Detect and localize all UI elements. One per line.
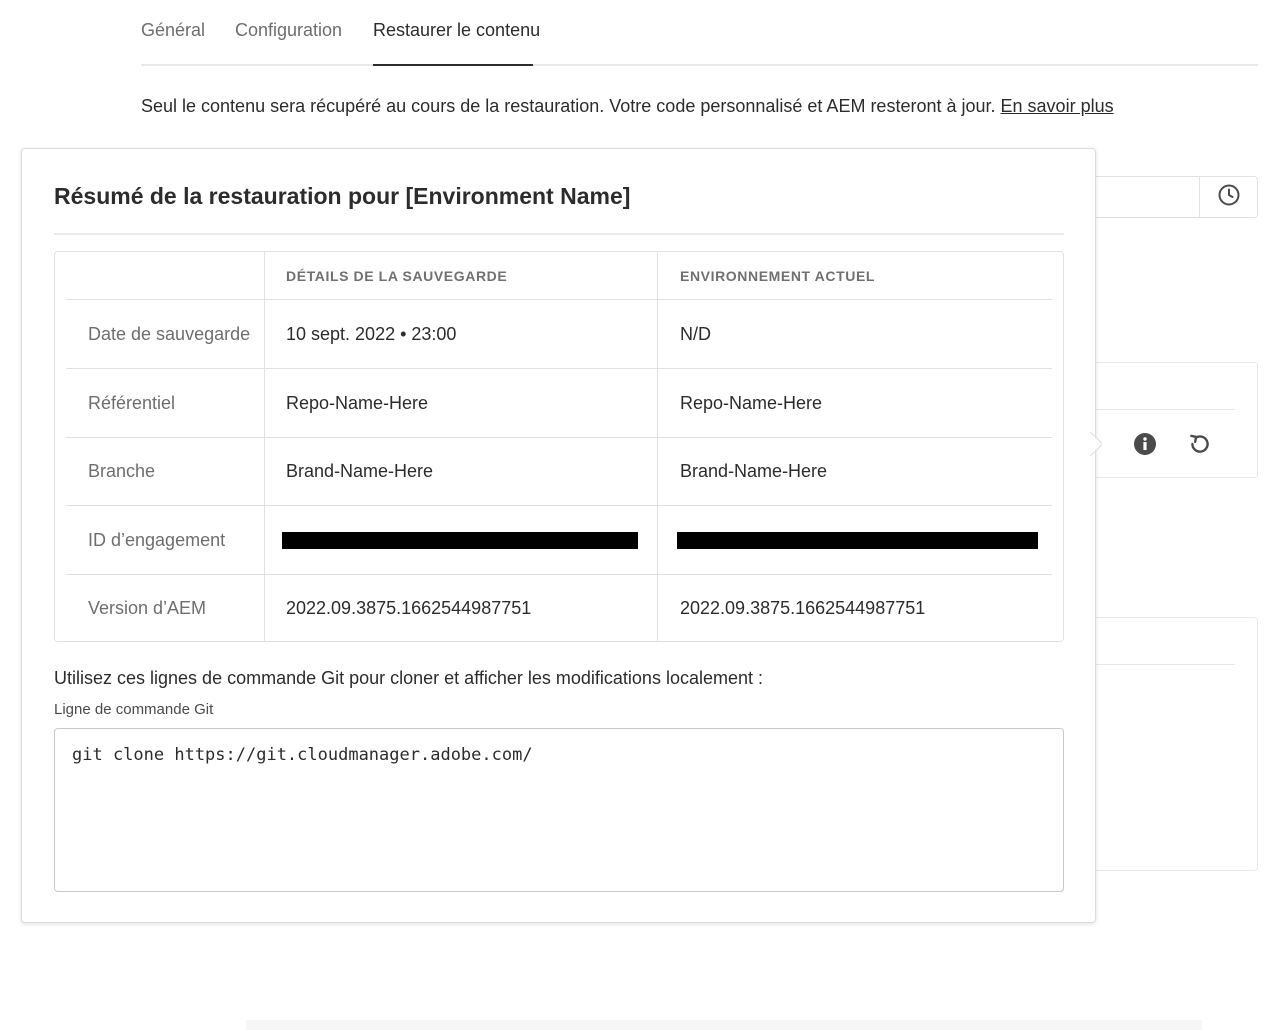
git-command-label: Ligne de commande Git xyxy=(54,701,214,718)
row-label: Branche xyxy=(88,460,156,481)
backup-row-actions xyxy=(1133,431,1213,462)
restore-summary-popover: Résumé de la restauration pour [Environm… xyxy=(21,148,1096,923)
card-divider xyxy=(1081,409,1235,410)
history-button[interactable] xyxy=(1199,177,1257,217)
backup-value: 10 sept. 2022 • 23:00 xyxy=(286,323,457,344)
backup-value: 2022.09.3875.1662544987751 xyxy=(286,597,532,618)
table-row: ID d’engagement xyxy=(55,506,1063,574)
table-row: Date de sauvegarde 10 sept. 2022 • 23:00… xyxy=(55,300,1063,368)
restore-icon[interactable] xyxy=(1187,431,1213,462)
table-row: Version d’AEM 2022.09.3875.1662544987751… xyxy=(55,574,1063,642)
background-card xyxy=(1080,617,1258,871)
current-value: Brand-Name-Here xyxy=(680,460,828,481)
popover-tip xyxy=(1088,432,1102,456)
row-label: ID d’engagement xyxy=(88,529,226,550)
row-label: Date de sauvegarde xyxy=(88,323,251,344)
git-instructions: Utilisez ces lignes de commande Git pour… xyxy=(54,668,763,688)
backup-search-field[interactable] xyxy=(1080,176,1258,218)
info-icon[interactable] xyxy=(1133,432,1157,461)
column-header-current: ENVIRONNEMENT ACTUEL xyxy=(680,268,876,284)
current-value: 2022.09.3875.1662544987751 xyxy=(680,597,926,618)
title-divider xyxy=(54,233,1064,235)
tab-restore-content[interactable]: Restaurer le contenu xyxy=(373,20,540,66)
bottom-strip xyxy=(246,1020,1202,1030)
learn-more-link[interactable]: En savoir plus xyxy=(1001,96,1114,116)
tab-bar: Général Configuration Restaurer le conte… xyxy=(141,0,1258,66)
tab-general[interactable]: Général xyxy=(141,20,205,66)
restore-summary-table: DÉTAILS DE LA SAUVEGARDE ENVIRONNEMENT A… xyxy=(54,251,1064,642)
restore-info-text: Seul le contenu sera récupéré au cours d… xyxy=(141,96,1114,117)
current-value: N/D xyxy=(680,323,711,344)
current-value: Repo-Name-Here xyxy=(680,392,823,413)
table-row: Branche Brand-Name-Here Brand-Name-Here xyxy=(55,437,1063,505)
backup-value: Repo-Name-Here xyxy=(286,392,429,413)
column-header-backup: DÉTAILS DE LA SAUVEGARDE xyxy=(286,268,508,284)
redacted-commit-id xyxy=(677,532,1038,549)
table-row: Référentiel Repo-Name-Here Repo-Name-Her… xyxy=(55,369,1063,437)
restore-info-message: Seul le contenu sera récupéré au cours d… xyxy=(141,96,996,116)
backup-list-card xyxy=(1080,362,1258,478)
backup-value: Brand-Name-Here xyxy=(286,460,434,481)
redacted-commit-id xyxy=(282,532,638,549)
row-label: Version d’AEM xyxy=(88,597,207,618)
clock-icon xyxy=(1217,183,1241,212)
popover-title: Résumé de la restauration pour [Environm… xyxy=(54,183,631,209)
row-label: Référentiel xyxy=(88,392,176,413)
card-divider xyxy=(1081,664,1235,665)
tab-configuration[interactable]: Configuration xyxy=(235,20,342,66)
git-command-field[interactable]: git clone https://git.cloudmanager.adobe… xyxy=(54,728,1064,892)
